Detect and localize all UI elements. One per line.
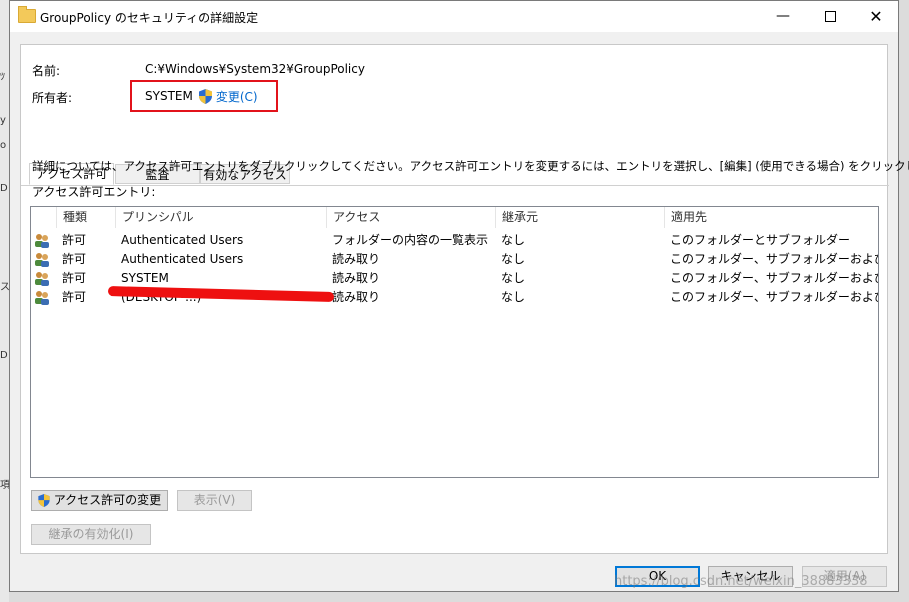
bg-fragment: ﾂ [0,72,5,83]
minimize-button[interactable]: — [760,1,806,32]
cell-inherited-from: なし [501,233,526,247]
column-header-applies-to[interactable]: 適用先 [664,207,878,228]
column-header-inherited-from[interactable]: 継承元 [495,207,664,228]
name-value: C:¥Windows¥System32¥GroupPolicy [145,62,365,76]
change-permissions-label: アクセス許可の変更 [53,493,162,507]
permission-entries-list[interactable]: 種類 プリンシパル アクセス 継承元 適用先 許可 Authenticated … [30,206,879,478]
cell-principal: Authenticated Users [121,252,244,266]
entries-label: アクセス許可エントリ: [32,185,156,199]
view-button[interactable]: 表示(V) [177,490,252,511]
cell-access: 読み取り [332,290,381,304]
table-row[interactable]: 許可 Authenticated Users フォルダーの内容の一覧表示 なし … [31,231,878,250]
maximize-button[interactable] [807,1,853,32]
users-icon [35,253,49,267]
bg-fragment: y [0,115,6,126]
users-icon [35,234,49,248]
cell-applies-to: このフォルダー、サブフォルダーおよびファイル [670,252,878,266]
title-bar[interactable]: GroupPolicy のセキュリティの詳細設定 — ✕ [10,1,898,32]
cell-principal: Authenticated Users [121,233,244,247]
uac-shield-icon [38,494,50,507]
cell-access: フォルダーの内容の一覧表示 [332,233,489,247]
folder-icon [18,6,36,23]
column-header-type[interactable]: 種類 [56,207,115,228]
enable-inheritance-button[interactable]: 継承の有効化(I) [31,524,151,545]
users-icon [35,291,49,305]
users-icon [35,272,49,286]
table-row[interactable]: 許可 Authenticated Users 読み取り なし このフォルダー、サ… [31,250,878,269]
owner-highlight-box [130,80,278,112]
owner-label: 所有者: [32,91,73,105]
cell-inherited-from: なし [501,252,526,266]
column-header-access[interactable]: アクセス [326,207,495,228]
bg-fragment: o [0,140,7,151]
table-row[interactable]: 許可 SYSTEM 読み取り なし このフォルダー、サブフォルダーおよびファイル [31,269,878,288]
change-permissions-button[interactable]: アクセス許可の変更 [31,490,168,511]
background-window-edge: ﾂ y o D ス D 項 [0,0,10,602]
name-label: 名前: [32,64,61,78]
cell-inherited-from: なし [501,290,526,304]
cell-access: 読み取り [332,271,381,285]
list-header: 種類 プリンシパル アクセス 継承元 適用先 [31,207,878,228]
bg-fragment: D [0,350,8,361]
cell-type: 許可 [62,233,87,247]
cell-inherited-from: なし [501,271,526,285]
cell-access: 読み取り [332,252,381,266]
cell-type: 許可 [62,271,87,285]
maximize-icon [824,10,836,22]
cell-applies-to: このフォルダーとサブフォルダー [670,233,851,247]
close-button[interactable]: ✕ [853,1,899,32]
watermark-text: https://blog.csdn.net/weixin_38883338 [614,574,868,589]
window-title: GroupPolicy のセキュリティの詳細設定 [40,11,259,25]
instructions-text: 詳細については、アクセス許可エントリをダブルクリックしてください。アクセス許可エ… [32,159,909,173]
cell-applies-to: このフォルダー、サブフォルダーおよびファイル [670,271,878,285]
cell-applies-to: このフォルダー、サブフォルダーおよびファイル [670,290,878,304]
bg-fragment: D [0,183,8,194]
cell-principal: SYSTEM [121,271,169,285]
cell-type: 許可 [62,290,87,304]
cell-type: 許可 [62,252,87,266]
column-header-principal[interactable]: プリンシパル [115,207,326,228]
